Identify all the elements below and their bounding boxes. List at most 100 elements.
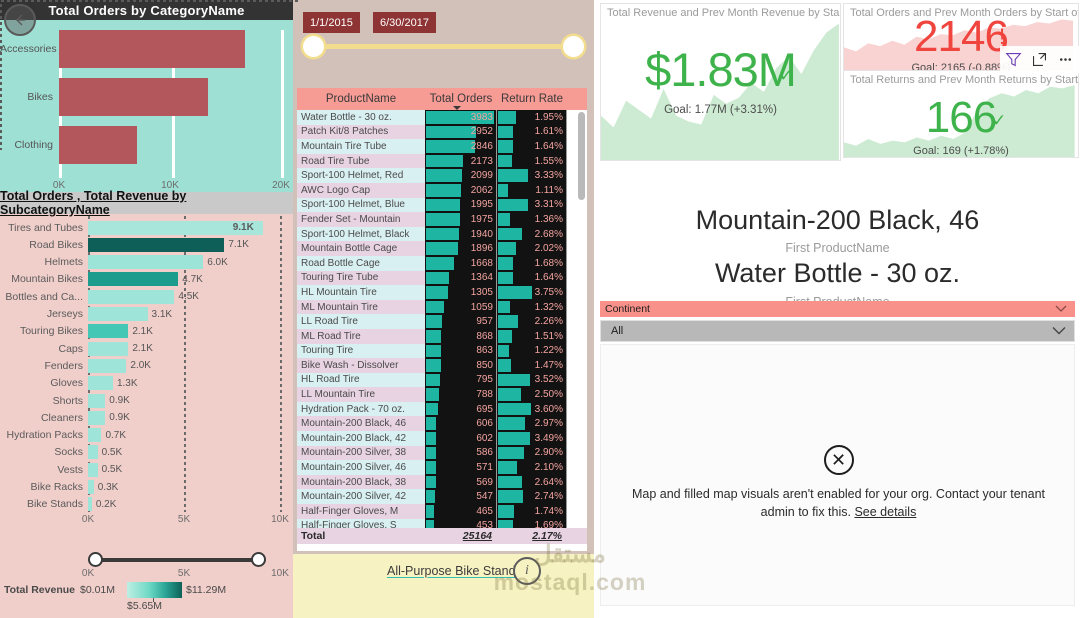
subcategory-bar[interactable] (88, 272, 179, 287)
subcategory-bar[interactable] (88, 393, 106, 408)
table-row[interactable]: Patch Kit/8 Patches 2952 1.61% (297, 124, 587, 140)
category-chart-visual[interactable]: Total Orders by CategoryName Accessories… (0, 0, 293, 192)
subcategory-bar[interactable] (88, 324, 129, 339)
table-row[interactable]: LL Mountain Tire 788 2.50% (297, 387, 587, 402)
table-row[interactable]: Mountain Tire Tube 2846 1.64% (297, 139, 587, 154)
table-row[interactable]: Mountain-200 Silver, 38 586 2.90% (297, 445, 587, 461)
table-row[interactable]: Mountain-200 Silver, 42 547 2.74% (297, 489, 587, 505)
product-table-visual[interactable]: ProductName Total Orders Return Rate Wat… (297, 88, 587, 551)
subcategory-bar-row[interactable]: Helmets 6.0K (0, 253, 293, 272)
subcategory-bar[interactable] (88, 289, 175, 304)
see-details-link[interactable]: See details (854, 505, 916, 519)
table-row[interactable]: Fender Set - Mountain 1975 1.36% (297, 212, 587, 227)
slicer-header-continent[interactable]: Continent (600, 301, 1075, 317)
date-range-slicer[interactable]: 1/1/2015 6/30/2017 (293, 0, 594, 88)
subcategory-bar[interactable] (88, 255, 204, 270)
table-row[interactable]: Touring Tire Tube 1364 1.64% (297, 270, 587, 286)
subcategory-bar-row[interactable]: Cleaners 0.9K (0, 408, 293, 427)
category-bar[interactable] (59, 30, 246, 68)
subcategory-bar-row[interactable]: Touring Bikes 2.1K (0, 322, 293, 341)
more-options-icon[interactable] (1052, 47, 1078, 73)
table-row[interactable]: HL Road Tire 795 3.52% (297, 372, 587, 388)
cell-return-rate: 1.47% (497, 358, 567, 373)
info-icon[interactable]: i (513, 557, 541, 585)
visual-header-toolbar[interactable] (1000, 46, 1079, 73)
category-bar[interactable] (59, 126, 137, 164)
subcategory-bar-row[interactable]: Road Bikes 7.1K (0, 235, 293, 254)
table-scrollbar[interactable] (578, 112, 585, 200)
subcategory-bar[interactable] (88, 480, 94, 494)
table-row[interactable]: Bike Wash - Dissolver 850 1.47% (297, 358, 587, 373)
category-bar-row[interactable]: Bikes (0, 74, 293, 120)
table-row[interactable]: Water Bottle - 30 oz. 3983 1.95% (297, 110, 587, 125)
subcategory-bar-row[interactable]: Bottles and Ca... 4.5K (0, 287, 293, 306)
column-header-total-orders[interactable]: Total Orders (425, 88, 497, 110)
subcategory-bar[interactable] (88, 445, 98, 460)
subcategory-bar[interactable] (88, 237, 225, 252)
subcategory-bar-row[interactable]: Caps 2.1K (0, 339, 293, 358)
table-row[interactable]: Sport-100 Helmet, Black 1940 2.68% (297, 226, 587, 242)
date-slider-knob-right[interactable] (563, 36, 584, 57)
focus-mode-icon[interactable] (1026, 47, 1052, 73)
axis-range-slider[interactable] (88, 552, 266, 568)
subcategory-bar[interactable] (88, 410, 106, 425)
category-bar-row[interactable]: Accessories (0, 26, 293, 72)
cell-total-orders: 1940 (425, 226, 497, 242)
subcategory-bar-row[interactable]: Fenders 2.0K (0, 356, 293, 375)
table-row[interactable]: Mountain Bottle Cage 1896 2.02% (297, 241, 587, 256)
table-row[interactable]: HL Mountain Tire 1305 3.75% (297, 285, 587, 300)
subcategory-chart-visual[interactable]: Tires and Tubes 9.1K Road Bikes 7.1K Helmets… (0, 216, 293, 538)
subcategory-bar-row[interactable]: Jerseys 3.1K (0, 305, 293, 324)
subcategory-bar[interactable] (88, 358, 127, 373)
subcategory-bar-row[interactable]: Mountain Bikes 4.7K (0, 270, 293, 289)
table-row[interactable]: LL Road Tire 957 2.26% (297, 314, 587, 329)
table-row[interactable]: Half-Finger Gloves, M 465 1.74% (297, 504, 587, 519)
subcategory-bar[interactable] (88, 376, 113, 391)
subcategory-bar[interactable] (88, 428, 102, 443)
kpi-card-revenue[interactable]: Total Revenue and Prev Month Revenue by … (600, 3, 841, 161)
column-header-productname[interactable]: ProductName (297, 88, 425, 110)
table-row[interactable]: Hydration Pack - 70 oz. 695 3.60% (297, 401, 587, 417)
slider-knob-right[interactable] (251, 552, 266, 567)
table-row[interactable]: Mountain-200 Silver, 46 571 2.10% (297, 460, 587, 475)
date-end-value[interactable]: 6/30/2017 (373, 12, 436, 33)
table-row[interactable]: Mountain-200 Black, 46 606 2.97% (297, 416, 587, 432)
table-row[interactable]: Sport-100 Helmet, Red 2099 3.33% (297, 168, 587, 183)
column-header-return-rate[interactable]: Return Rate (497, 88, 567, 110)
table-row[interactable]: ML Mountain Tire 1059 1.32% (297, 299, 587, 315)
table-row[interactable]: Touring Tire 863 1.22% (297, 343, 587, 359)
subcategory-bar-row[interactable]: Bike Racks 0.3K (0, 478, 293, 497)
subcategory-bar-row[interactable]: Tires and Tubes 9.1K (0, 218, 293, 237)
date-start-value[interactable]: 1/1/2015 (303, 12, 360, 33)
category-bar-row[interactable]: Clothing (0, 122, 293, 168)
table-row[interactable]: AWC Logo Cap 2062 1.11% (297, 182, 587, 198)
date-slider-knob-left[interactable] (303, 36, 324, 57)
back-arrow-icon[interactable] (4, 4, 36, 36)
slicer-dropdown-continent[interactable]: All (600, 320, 1075, 342)
subcategory-bar[interactable] (88, 341, 129, 356)
slider-knob-left[interactable] (88, 552, 103, 567)
category-bar[interactable] (59, 78, 208, 116)
subcategory-bar[interactable] (88, 497, 92, 512)
table-row[interactable]: Road Tire Tube 2173 1.55% (297, 153, 587, 169)
subcategory-bar[interactable] (88, 307, 148, 321)
subcategory-bar[interactable] (88, 462, 98, 477)
product-link[interactable]: All-Purpose Bike Stand (387, 564, 516, 578)
table-row[interactable]: Mountain-200 Black, 42 602 3.49% (297, 431, 587, 446)
subcategory-bar-row[interactable]: Hydration Packs 0.7K (0, 426, 293, 445)
table-row[interactable]: Half-Finger Gloves, S 453 1.69% (297, 518, 587, 528)
filter-icon[interactable] (1000, 47, 1026, 73)
table-body[interactable]: Water Bottle - 30 oz. 3983 1.95% Patch Kit/… (297, 110, 587, 528)
return-rate-value: 1.64% (534, 272, 563, 284)
table-row[interactable]: Mountain-200 Black, 38 569 2.64% (297, 474, 587, 490)
subcategory-bar-row[interactable]: Shorts 0.9K (0, 391, 293, 410)
kpi-card-returns[interactable]: Total Returns and Prev Month Returns by … (843, 70, 1079, 158)
table-row[interactable]: ML Road Tire 868 1.51% (297, 328, 587, 344)
subcategory-bar-row[interactable]: Gloves 1.3K (0, 374, 293, 393)
table-row[interactable]: Road Bottle Cage 1668 1.68% (297, 255, 587, 271)
subcategory-bar-row[interactable]: Vests 0.5K (0, 460, 293, 479)
table-row[interactable]: Sport-100 Helmet, Blue 1995 3.31% (297, 197, 587, 213)
map-visual[interactable]: ✕ Map and filled map visuals aren't enab… (600, 344, 1075, 606)
subcategory-bar-row[interactable]: Socks 0.5K (0, 443, 293, 462)
subcategory-bar-row[interactable]: Bike Stands 0.2K (0, 495, 293, 514)
